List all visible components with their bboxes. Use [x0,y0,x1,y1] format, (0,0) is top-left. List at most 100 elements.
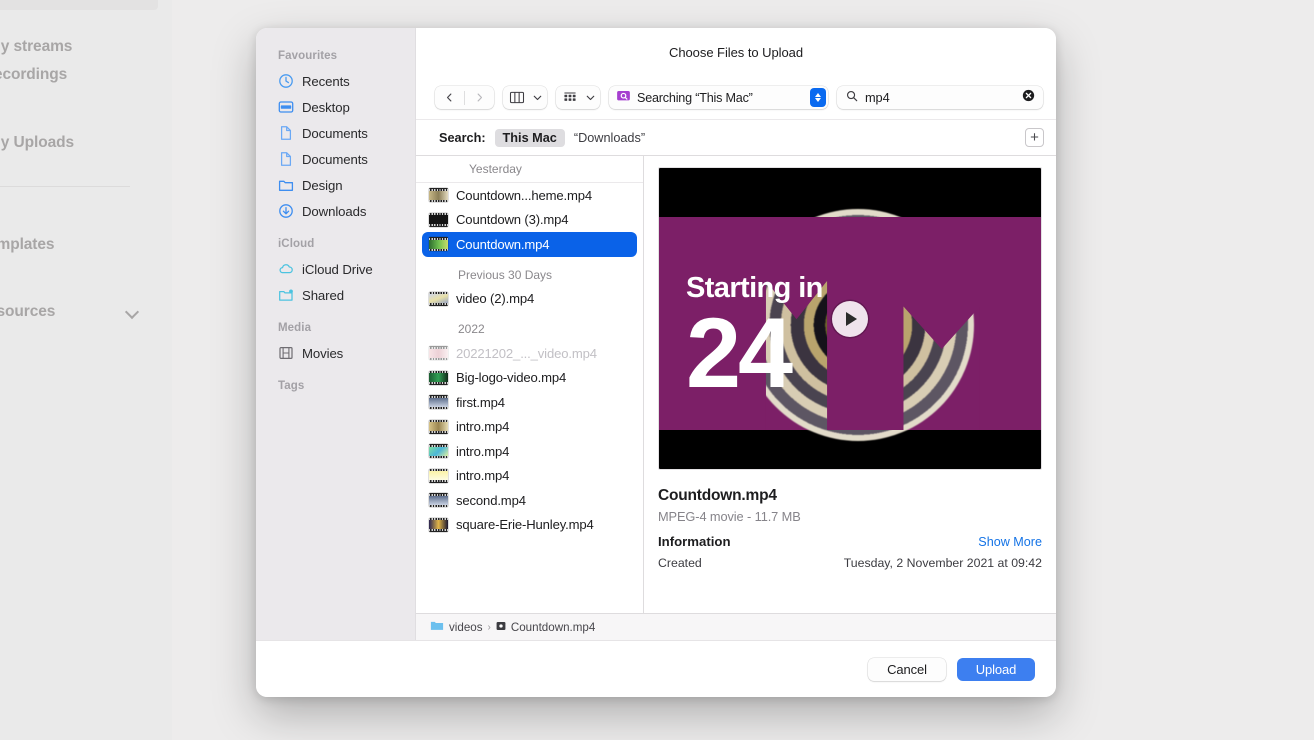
search-folder-icon [616,88,631,108]
group-by-icon[interactable] [558,86,582,109]
path-item-folder[interactable]: videos [430,620,483,634]
video-preview[interactable]: Starting in 24 [658,167,1042,470]
shared-folder-icon [278,287,294,303]
group-by-chevron[interactable] [582,86,598,109]
background-nav-item: esources [0,303,56,320]
file-name: intro.mp4 [456,443,510,459]
list-item[interactable]: intro.mp4 [422,464,637,489]
folder-icon [278,177,294,193]
clear-circle-icon[interactable] [1022,89,1035,107]
video-thumbnail-icon [429,493,448,508]
list-item[interactable]: square-Erie-Hunley.mp4 [422,513,637,538]
sidebar-item-movies[interactable]: Movies [256,340,415,366]
background-nav-item: My streams [0,38,73,55]
navigation-segment [435,86,494,109]
file-list-section-title: 2022 [458,322,485,336]
download-icon [278,203,294,219]
desktop-icon [278,99,294,115]
meta-key: Created [658,556,702,570]
background-nav-item: My Uploads [0,134,74,151]
file-name: Countdown (3).mp4 [456,212,569,228]
updown-stepper-icon[interactable] [810,88,826,107]
plus-icon[interactable]: + [1025,128,1044,147]
play-icon[interactable] [832,300,868,337]
video-thumbnail-icon [429,517,448,532]
list-item[interactable]: Countdown (3).mp4 [422,208,637,233]
back-button[interactable] [435,86,464,109]
preview-file-name: Countdown.mp4 [658,487,777,504]
dialog-body: Favourites Recents Desktop Documents Doc… [256,28,1056,640]
show-more-link[interactable]: Show More [978,535,1042,549]
columns: Yesterday Countdown...heme.mp4 Countdown… [416,156,1056,613]
background-top-strip [0,0,158,10]
sidebar-group-tags: Tags [256,380,415,398]
video-thumbnail-icon [429,419,448,434]
view-mode-button[interactable] [503,86,547,109]
file-name: intro.mp4 [456,419,510,435]
dialog-main: Choose Files to Upload Searching “This M… [416,28,1056,640]
location-dropdown[interactable]: Searching “This Mac” [609,86,828,109]
background-nav-item: recordings [0,66,68,83]
upload-button[interactable]: Upload [957,657,1035,681]
background-nav-item: emplates [0,236,55,253]
sidebar-group-title: Media [278,322,312,334]
preview-pane: Starting in 24 Countdown.mp4 MPEG-4 movi… [644,156,1056,613]
sidebar-item-shared[interactable]: Shared [256,282,415,308]
file-list[interactable]: Yesterday Countdown...heme.mp4 Countdown… [416,156,644,613]
list-item[interactable]: 20221202_..._video.mp4 [422,341,637,366]
file-list-section: Countdown...heme.mp4 Countdown (3).mp4 C… [416,183,643,257]
search-field[interactable]: mp4 [837,86,1043,109]
sidebar-item-icloud-drive[interactable]: iCloud Drive [256,256,415,282]
list-item[interactable]: Big-logo-video.mp4 [422,366,637,391]
column-view-icon[interactable] [505,86,529,109]
list-item[interactable]: intro.mp4 [422,439,637,464]
list-item[interactable]: intro.mp4 [422,415,637,440]
list-item[interactable]: video (2).mp4 [422,287,637,312]
chevron-down-icon [533,95,541,101]
sidebar-group-title: Tags [278,380,305,392]
file-list-section: 2022 20221202_..._video.mp4 Big-logo-vid… [416,311,643,537]
sidebar-group-icloud: iCloud iCloud Drive Shared [256,238,415,308]
document-icon [278,151,294,167]
sidebar-item-label: iCloud Drive [302,261,373,277]
file-name: video (2).mp4 [456,291,535,307]
sidebar-item-design[interactable]: Design [256,172,415,198]
sidebar-item-label: Movies [302,345,344,361]
document-icon [278,125,294,141]
dialog-footer: Cancel Upload [256,640,1056,697]
location-label: Searching “This Mac” [637,90,753,105]
preview-information-header: Information Show More [658,534,1042,549]
file-name: intro.mp4 [456,468,510,484]
group-by-button[interactable] [556,86,600,109]
sidebar-item-documents-1[interactable]: Documents [256,120,415,146]
search-input[interactable]: mp4 [865,90,1015,105]
sidebar-item-downloads[interactable]: Downloads [256,198,415,224]
scope-chip-this-mac[interactable]: This Mac [494,128,565,147]
video-thumbnail-icon [429,370,448,385]
chevron-left-icon [446,93,452,102]
preview-overlay-countdown: 24 [686,297,793,408]
folder-icon [430,620,444,634]
video-thumbnail-icon [429,237,448,252]
chevron-down-icon [126,305,139,318]
preview-meta-row: Created Tuesday, 2 November 2021 at 09:4… [658,556,1042,570]
chevron-right-icon [477,93,483,102]
list-item[interactable]: second.mp4 [422,488,637,513]
sidebar-item-label: Documents [302,125,368,141]
scope-option-downloads[interactable]: “Downloads” [574,131,645,145]
file-name: Countdown...heme.mp4 [456,187,593,203]
path-item-file[interactable]: Countdown.mp4 [496,621,595,634]
film-icon [278,345,294,361]
list-item[interactable]: Countdown...heme.mp4 [422,183,637,208]
sidebar-item-label: Documents [302,151,368,167]
list-item[interactable]: first.mp4 [422,390,637,415]
cloud-icon [278,261,294,277]
view-mode-chevron[interactable] [529,86,545,109]
cancel-button[interactable]: Cancel [868,657,946,681]
clock-icon [278,73,294,89]
list-item-selected[interactable]: Countdown.mp4 [422,232,637,257]
sidebar-item-desktop[interactable]: Desktop [256,94,415,120]
sidebar-item-recents[interactable]: Recents [256,68,415,94]
forward-button[interactable] [465,86,494,109]
sidebar-item-documents-2[interactable]: Documents [256,146,415,172]
